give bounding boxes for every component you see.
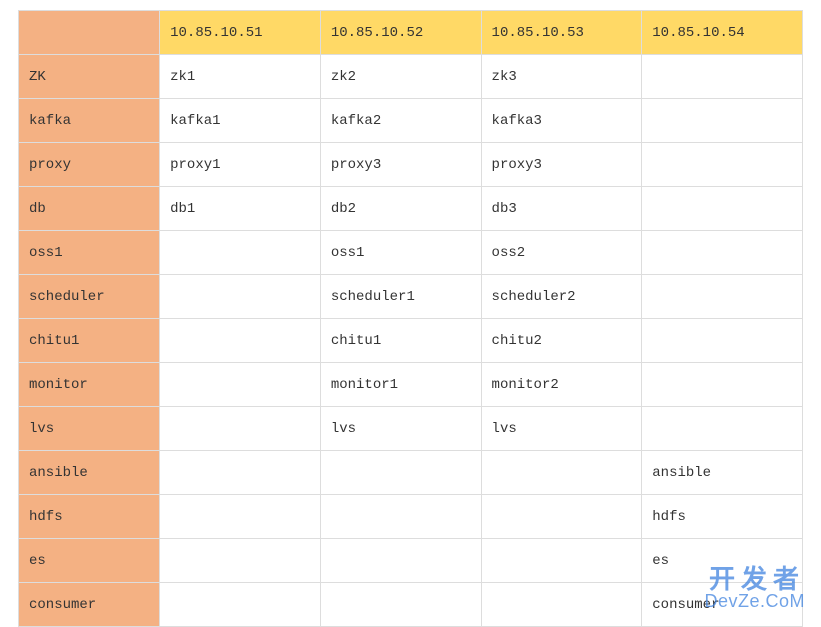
table-cell	[160, 275, 321, 319]
table-row: ansible ansible	[19, 451, 803, 495]
table-cell	[642, 231, 803, 275]
table-cell: es	[642, 539, 803, 583]
table-cell: db2	[320, 187, 481, 231]
column-header: 10.85.10.54	[642, 11, 803, 55]
table-row: ZK zk1 zk2 zk3	[19, 55, 803, 99]
table-cell	[160, 583, 321, 627]
table-cell	[320, 539, 481, 583]
row-header: consumer	[19, 583, 160, 627]
table-cell: scheduler1	[320, 275, 481, 319]
table-cell: lvs	[481, 407, 642, 451]
table-row: proxy proxy1 proxy3 proxy3	[19, 143, 803, 187]
deployment-table: 10.85.10.51 10.85.10.52 10.85.10.53 10.8…	[18, 10, 803, 627]
table-cell: proxy3	[481, 143, 642, 187]
row-header: proxy	[19, 143, 160, 187]
table-cell	[642, 319, 803, 363]
table-cell	[320, 495, 481, 539]
table-cell: kafka2	[320, 99, 481, 143]
table-cell: zk3	[481, 55, 642, 99]
table-cell: kafka3	[481, 99, 642, 143]
table-cell	[160, 319, 321, 363]
row-header: scheduler	[19, 275, 160, 319]
row-header: hdfs	[19, 495, 160, 539]
table-cell: monitor2	[481, 363, 642, 407]
table-cell	[642, 407, 803, 451]
table-cell: proxy3	[320, 143, 481, 187]
table-cell	[160, 539, 321, 583]
row-header: ZK	[19, 55, 160, 99]
row-header: monitor	[19, 363, 160, 407]
table-row: es es	[19, 539, 803, 583]
row-header: lvs	[19, 407, 160, 451]
column-header: 10.85.10.53	[481, 11, 642, 55]
table-cell: db3	[481, 187, 642, 231]
table-cell	[642, 143, 803, 187]
table-cell	[481, 539, 642, 583]
table-cell: scheduler2	[481, 275, 642, 319]
row-header: ansible	[19, 451, 160, 495]
table-cell	[160, 495, 321, 539]
table-cell	[642, 99, 803, 143]
column-header: 10.85.10.52	[320, 11, 481, 55]
table-row: hdfs hdfs	[19, 495, 803, 539]
table-row: chitu1 chitu1 chitu2	[19, 319, 803, 363]
table-row: monitor monitor1 monitor2	[19, 363, 803, 407]
table-cell: proxy1	[160, 143, 321, 187]
table-cell	[481, 583, 642, 627]
table-cell	[160, 363, 321, 407]
table-cell	[320, 583, 481, 627]
table-row: consumer consumer	[19, 583, 803, 627]
table-cell	[642, 187, 803, 231]
row-header: chitu1	[19, 319, 160, 363]
table-cell: kafka1	[160, 99, 321, 143]
row-header: db	[19, 187, 160, 231]
table-row: oss1 oss1 oss2	[19, 231, 803, 275]
table-cell: oss1	[320, 231, 481, 275]
row-header: kafka	[19, 99, 160, 143]
table-cell: monitor1	[320, 363, 481, 407]
table-row: scheduler scheduler1 scheduler2	[19, 275, 803, 319]
table-header-row: 10.85.10.51 10.85.10.52 10.85.10.53 10.8…	[19, 11, 803, 55]
table-cell: consumer	[642, 583, 803, 627]
row-header: es	[19, 539, 160, 583]
table-cell	[642, 275, 803, 319]
table-cell	[160, 231, 321, 275]
table-cell	[160, 407, 321, 451]
table-corner-cell	[19, 11, 160, 55]
table-cell: lvs	[320, 407, 481, 451]
table-body: ZK zk1 zk2 zk3 kafka kafka1 kafka2 kafka…	[19, 55, 803, 627]
table-cell: oss2	[481, 231, 642, 275]
table-cell	[642, 363, 803, 407]
table-cell: zk1	[160, 55, 321, 99]
column-header: 10.85.10.51	[160, 11, 321, 55]
table-row: db db1 db2 db3	[19, 187, 803, 231]
table-cell: chitu2	[481, 319, 642, 363]
table-cell	[642, 55, 803, 99]
table-cell: chitu1	[320, 319, 481, 363]
row-header: oss1	[19, 231, 160, 275]
table-row: lvs lvs lvs	[19, 407, 803, 451]
table-cell	[481, 451, 642, 495]
table-cell: hdfs	[642, 495, 803, 539]
table-row: kafka kafka1 kafka2 kafka3	[19, 99, 803, 143]
table-cell: zk2	[320, 55, 481, 99]
table-cell	[160, 451, 321, 495]
table-cell	[481, 495, 642, 539]
table-cell	[320, 451, 481, 495]
table-cell: db1	[160, 187, 321, 231]
table-cell: ansible	[642, 451, 803, 495]
